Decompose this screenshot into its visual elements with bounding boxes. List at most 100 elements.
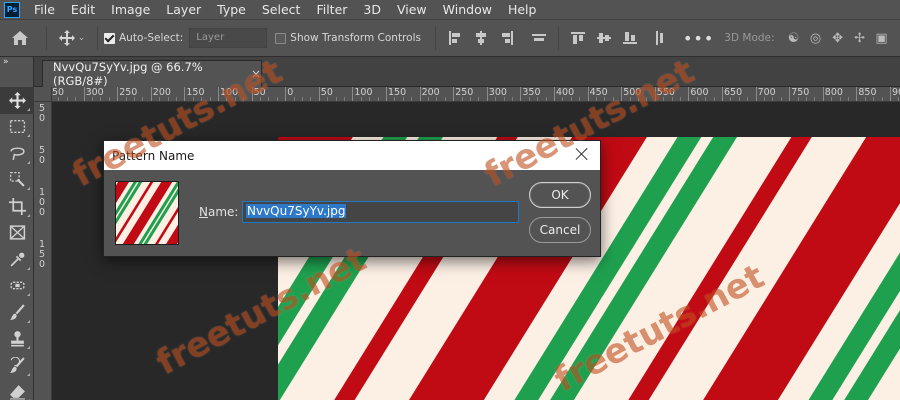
ruler-minor-tick	[839, 97, 841, 101]
align-left-edges-button[interactable]	[444, 29, 466, 47]
ruler-minor-tick	[293, 97, 295, 101]
3d-pan-icon[interactable]: ✥	[827, 31, 849, 46]
ruler-minor-tick	[192, 97, 194, 101]
quick-select-tool[interactable]	[0, 167, 34, 194]
vertical-ruler[interactable]: 5050100150	[34, 102, 52, 400]
3d-slide-icon[interactable]: ✢	[849, 31, 871, 46]
marquee-tool[interactable]	[0, 114, 34, 141]
menu-file[interactable]: File	[26, 0, 63, 19]
ruler-minor-tick	[360, 97, 362, 101]
ruler-origin[interactable]	[34, 87, 52, 102]
document-tab[interactable]: NvvQu7SyYv.jpg @ 66.7% (RGB/8#) ×	[42, 60, 262, 88]
ruler-major-tick	[755, 87, 757, 101]
lasso-tool-icon	[9, 147, 25, 160]
healing-brush-tool[interactable]	[0, 273, 34, 300]
ruler-minor-tick	[335, 97, 337, 101]
ruler-minor-tick	[512, 97, 513, 101]
ruler-minor-tick	[100, 97, 102, 101]
submenu-indicator-icon	[27, 187, 30, 190]
clone-stamp-tool[interactable]	[0, 326, 34, 353]
ruler-minor-tick	[831, 97, 833, 101]
name-label-text: ame:	[207, 205, 239, 219]
align-horizontal-centers-button[interactable]	[470, 29, 492, 47]
pattern-name-input[interactable]: NvvQu7SyYv.jpg	[242, 201, 519, 223]
distribute-button[interactable]	[528, 29, 550, 47]
ruler-major-tick	[520, 87, 522, 101]
eraser-tool[interactable]	[0, 379, 34, 400]
ruler-major-tick	[688, 87, 690, 101]
ok-button[interactable]: OK	[529, 182, 591, 208]
move-icon	[58, 30, 75, 46]
history-brush-tool[interactable]	[0, 352, 34, 379]
cancel-button[interactable]: Cancel	[529, 217, 591, 243]
ruler-minor-tick	[545, 97, 547, 101]
ruler-minor-tick	[680, 97, 681, 101]
dialog-title-bar[interactable]: Pattern Name	[104, 141, 600, 170]
home-button[interactable]	[0, 19, 40, 57]
ruler-major-tick	[453, 87, 455, 101]
move-tool-preset-picker[interactable]: ⌄	[53, 30, 91, 46]
ruler-minor-tick	[663, 97, 665, 101]
ruler-major-tick	[722, 87, 723, 101]
auto-select-target-dropdown[interactable]: Layer	[189, 28, 268, 48]
ruler-major-tick	[587, 87, 589, 101]
ruler-minor-tick	[638, 97, 639, 101]
ruler-minor-tick	[848, 97, 849, 101]
submenu-indicator-icon	[27, 134, 30, 137]
eyedropper-tool[interactable]	[0, 246, 34, 273]
menu-help[interactable]: Help	[500, 0, 545, 19]
ruler-minor-tick	[108, 97, 110, 101]
ruler-major-tick	[117, 87, 119, 101]
toolbar-collapse-area: »	[0, 57, 34, 87]
brush-tool[interactable]	[0, 299, 34, 326]
distribute-icon	[531, 31, 546, 45]
menu-layer[interactable]: Layer	[158, 0, 209, 19]
ruler-minor-tick	[402, 97, 404, 101]
menu-type[interactable]: Type	[209, 0, 254, 19]
ruler-minor-tick	[537, 97, 539, 101]
align-center-icon	[474, 31, 488, 45]
menu-window[interactable]: Window	[435, 0, 500, 19]
ruler-label: 0	[38, 113, 46, 124]
ruler-minor-tick	[898, 97, 900, 101]
menu-3d[interactable]: 3D	[355, 0, 389, 19]
lasso-tool[interactable]	[0, 140, 34, 167]
align-top-icon	[570, 31, 585, 45]
menu-image[interactable]: Image	[103, 0, 158, 19]
ruler-minor-tick	[705, 97, 707, 101]
ruler-major-tick	[890, 87, 891, 101]
ruler-major-tick	[150, 87, 152, 101]
align-right-edges-button[interactable]	[496, 29, 518, 47]
frame-tool[interactable]	[0, 220, 34, 247]
3d-orbit-icon[interactable]: ☯	[783, 31, 805, 46]
3d-camera-icon[interactable]: ▣	[871, 31, 893, 46]
menu-select[interactable]: Select	[254, 0, 309, 19]
horizontal-ruler[interactable]: 50 300 250 200 150 100 50 0 50 100 150 200 250 300 350…	[52, 87, 900, 102]
distribute-vertical-icon	[653, 31, 667, 45]
close-icon[interactable]	[574, 146, 590, 162]
ruler-label: 0	[38, 207, 46, 218]
distribute-vertical-button[interactable]	[649, 29, 671, 47]
ruler-minor-tick	[696, 97, 698, 101]
more-options-icon[interactable]: •••	[683, 29, 714, 48]
3d-mode-label: 3D Mode:	[724, 32, 775, 44]
align-top-edges-button[interactable]	[567, 29, 589, 47]
menu-filter[interactable]: Filter	[308, 0, 355, 19]
menu-edit[interactable]: Edit	[63, 0, 103, 19]
ruler-minor-tick	[873, 97, 875, 101]
menu-view[interactable]: View	[389, 0, 435, 19]
align-bottom-edges-button[interactable]	[619, 29, 641, 47]
crop-tool[interactable]	[0, 193, 34, 220]
show-transform-controls-checkbox[interactable]	[275, 32, 287, 44]
brush-tool-icon	[9, 304, 25, 320]
collapse-chevrons-icon[interactable]: »	[3, 57, 9, 67]
ruler-minor-tick	[495, 97, 497, 101]
3d-roll-icon[interactable]: ◎	[805, 31, 827, 46]
align-vertical-centers-button[interactable]	[593, 29, 615, 47]
ruler-major-tick	[386, 87, 387, 101]
move-tool[interactable]	[0, 87, 34, 114]
ruler-minor-tick	[134, 97, 135, 101]
tab-close-icon[interactable]: ×	[251, 67, 261, 81]
auto-select-checkbox[interactable]	[104, 32, 115, 44]
ruler-minor-tick	[142, 97, 144, 101]
